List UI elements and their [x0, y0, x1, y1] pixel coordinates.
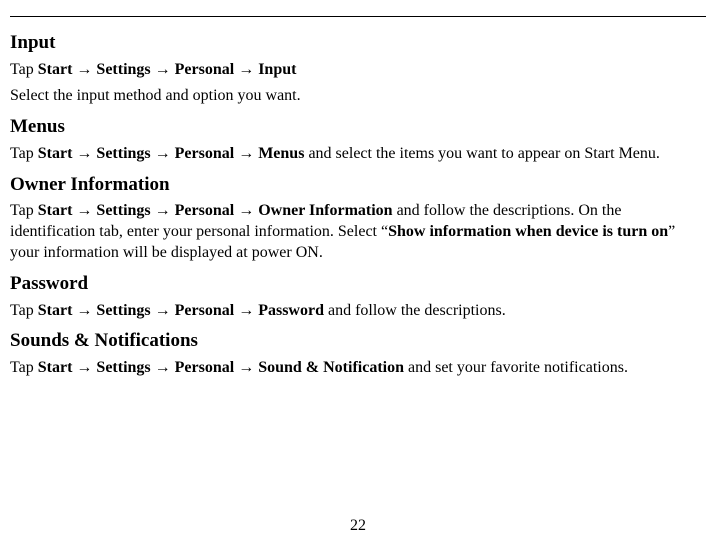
- arrow-icon: →: [238, 61, 254, 78]
- text: Tap: [10, 302, 38, 319]
- heading-sounds-notifications: Sounds & Notifications: [10, 329, 706, 354]
- path-start: Start: [38, 202, 73, 219]
- arrow-icon: →: [76, 145, 92, 162]
- text: your information will be displayed at po…: [10, 244, 323, 261]
- password-body: Tap Start → Settings → Personal → Passwo…: [10, 301, 706, 322]
- horizontal-rule: [10, 16, 706, 17]
- path-menus: Menus: [258, 145, 304, 162]
- text: and follow the descriptions.: [324, 302, 506, 319]
- arrow-icon: →: [155, 61, 171, 78]
- path-personal: Personal: [175, 302, 235, 319]
- sounds-body: Tap Start → Settings → Personal → Sound …: [10, 358, 706, 379]
- text: Tap: [10, 359, 38, 376]
- arrow-icon: →: [155, 359, 171, 376]
- arrow-icon: →: [76, 302, 92, 319]
- text: Tap: [10, 61, 38, 78]
- input-path-line: Tap Start → Settings → Personal → Input: [10, 60, 706, 81]
- arrow-icon: →: [76, 61, 92, 78]
- path-settings: Settings: [96, 202, 150, 219]
- text: and set your favorite notifications.: [404, 359, 628, 376]
- bold-option: Show information when device is turn on: [388, 223, 668, 240]
- text: and select the items you want to appear …: [304, 145, 659, 162]
- arrow-icon: →: [155, 202, 171, 219]
- path-start: Start: [38, 145, 73, 162]
- path-password: Password: [258, 302, 324, 319]
- path-input: Input: [258, 61, 296, 78]
- arrow-icon: →: [238, 145, 254, 162]
- heading-password: Password: [10, 272, 706, 297]
- menus-body: Tap Start → Settings → Personal → Menus …: [10, 144, 706, 165]
- text: Tap: [10, 145, 38, 162]
- arrow-icon: →: [155, 145, 171, 162]
- path-start: Start: [38, 359, 73, 376]
- arrow-icon: →: [76, 202, 92, 219]
- path-settings: Settings: [96, 302, 150, 319]
- path-settings: Settings: [96, 145, 150, 162]
- heading-menus: Menus: [10, 115, 706, 140]
- path-personal: Personal: [175, 145, 235, 162]
- arrow-icon: →: [238, 302, 254, 319]
- path-settings: Settings: [96, 359, 150, 376]
- heading-owner-information: Owner Information: [10, 173, 706, 198]
- owner-info-body: Tap Start → Settings → Personal → Owner …: [10, 201, 706, 263]
- arrow-icon: →: [76, 359, 92, 376]
- path-owner-information: Owner Information: [258, 202, 392, 219]
- path-sound-notification: Sound & Notification: [258, 359, 404, 376]
- arrow-icon: →: [238, 202, 254, 219]
- path-personal: Personal: [175, 359, 235, 376]
- path-personal: Personal: [175, 202, 235, 219]
- path-personal: Personal: [175, 61, 235, 78]
- path-start: Start: [38, 302, 73, 319]
- heading-input: Input: [10, 31, 706, 56]
- arrow-icon: →: [155, 302, 171, 319]
- arrow-icon: →: [238, 359, 254, 376]
- quote-close: ”: [668, 223, 675, 240]
- input-body: Select the input method and option you w…: [10, 86, 706, 107]
- text: Tap: [10, 202, 38, 219]
- path-settings: Settings: [96, 61, 150, 78]
- path-start: Start: [38, 61, 73, 78]
